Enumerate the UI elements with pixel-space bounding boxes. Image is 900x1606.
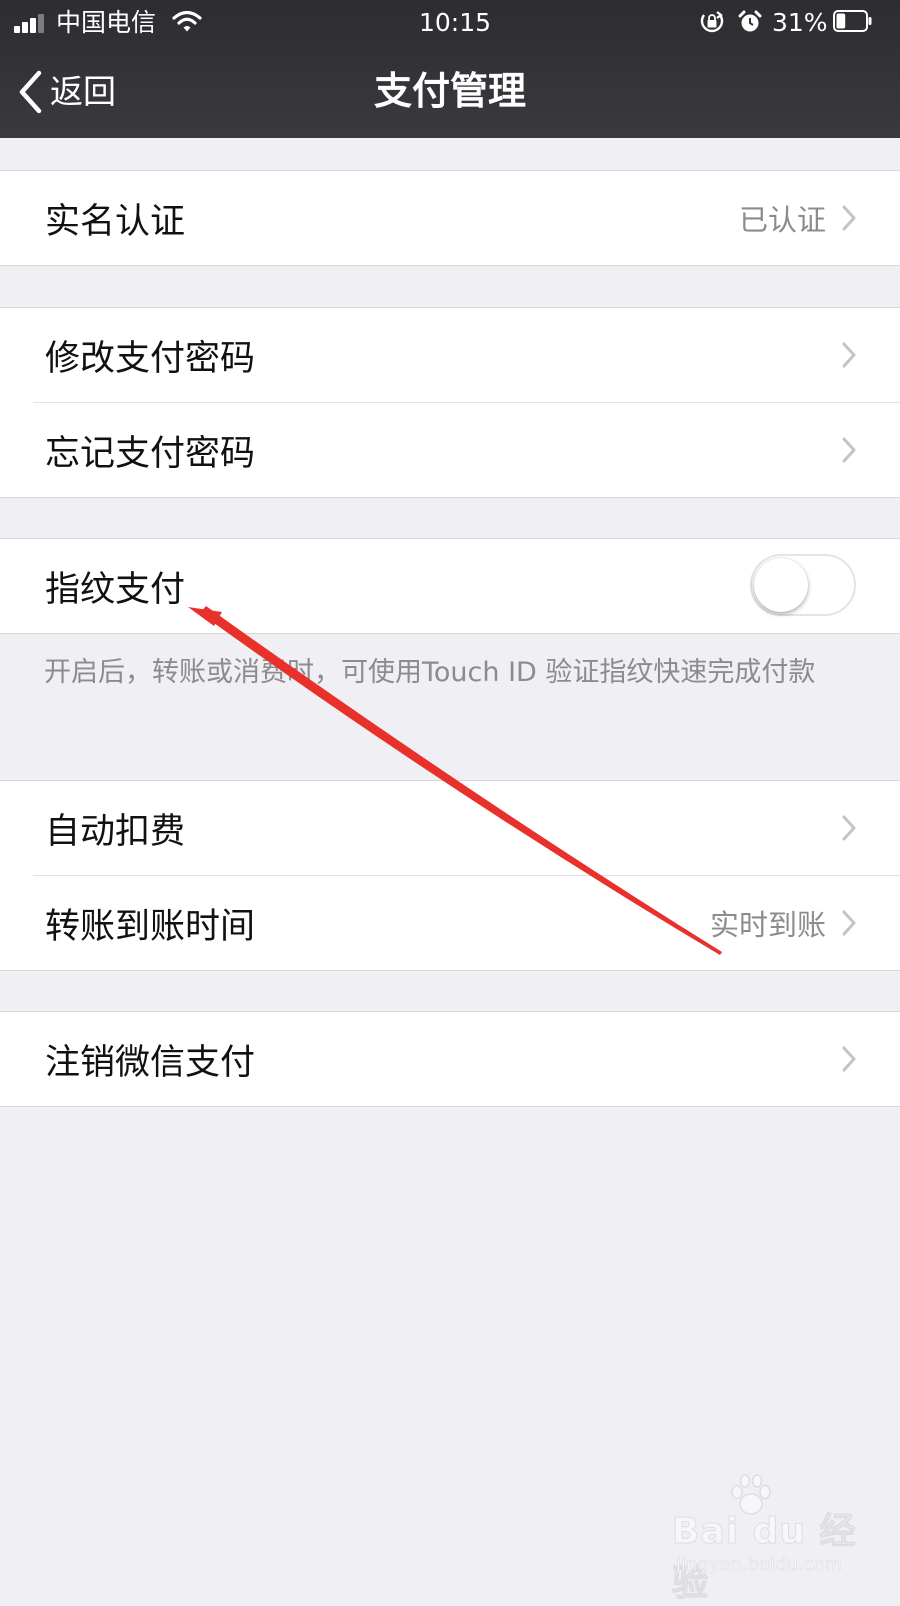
list-item-auto-deduct[interactable]: 自动扣费 [0, 781, 900, 875]
chevron-right-icon [842, 342, 856, 368]
list-item-value: 已认证 [738, 203, 826, 237]
list-item-cancel-wechat-pay[interactable]: 注销微信支付 [0, 1012, 900, 1106]
chevron-right-icon [842, 1046, 856, 1072]
list-item-label: 注销微信支付 [45, 1042, 256, 1083]
list-item-transfer-time[interactable]: 转账到账时间 实时到账 [33, 875, 900, 970]
top-bar: 中国电信 10:15 31% 返回 支付管理 [0, 0, 900, 138]
battery-percent: 31% [772, 8, 828, 37]
back-label: 返回 [50, 72, 116, 111]
chevron-right-icon [842, 815, 856, 841]
list-item-label: 忘记支付密码 [45, 433, 256, 474]
settings-group-password: 修改支付密码 忘记支付密码 [0, 307, 900, 498]
fingerprint-footnote: 开启后，转账或消费时，可使用Touch ID 验证指纹快速完成付款 [44, 657, 816, 688]
battery-icon [833, 10, 872, 32]
chevron-right-icon [842, 910, 856, 936]
list-item-change-password[interactable]: 修改支付密码 [0, 308, 900, 402]
toggle-knob [754, 558, 808, 612]
signal-icon [14, 13, 56, 33]
list-item-forgot-password[interactable]: 忘记支付密码 [33, 402, 900, 497]
list-item-fingerprint: 指纹支付 [0, 539, 900, 633]
status-time: 10:15 [418, 8, 492, 37]
watermark-url: jingyan.baidu.com [676, 1554, 843, 1576]
settings-group-fingerprint: 指纹支付 [0, 538, 900, 634]
chevron-left-icon [19, 70, 42, 114]
chevron-right-icon [842, 437, 856, 463]
chevron-right-icon [842, 205, 856, 231]
list-item-realname[interactable]: 实名认证 已认证 [0, 171, 900, 265]
settings-group-verification: 实名认证 已认证 [0, 170, 900, 266]
list-item-label: 修改支付密码 [45, 338, 256, 379]
page-title: 支付管理 [373, 69, 526, 113]
carrier-name: 中国电信 [56, 8, 157, 37]
baidu-jingyan-watermark: Bai du 经验 jingyan.baidu.com [670, 1474, 860, 1605]
fingerprint-toggle[interactable] [750, 554, 856, 616]
rotation-lock-icon [700, 11, 724, 33]
settings-group-transfer: 自动扣费 转账到账时间 实时到账 [0, 780, 900, 971]
list-item-value: 实时到账 [709, 908, 826, 942]
list-item-label: 自动扣费 [45, 811, 186, 852]
list-item-label: 实名认证 [45, 201, 186, 242]
status-bar: 中国电信 10:15 31% [0, 0, 900, 46]
wifi-icon [172, 10, 202, 32]
list-item-label: 转账到账时间 [45, 906, 256, 947]
back-button[interactable]: 返回 [18, 68, 116, 116]
alarm-icon [738, 10, 762, 32]
settings-group-cancel: 注销微信支付 [0, 1011, 900, 1107]
navigation-bar: 返回 支付管理 [0, 46, 900, 138]
